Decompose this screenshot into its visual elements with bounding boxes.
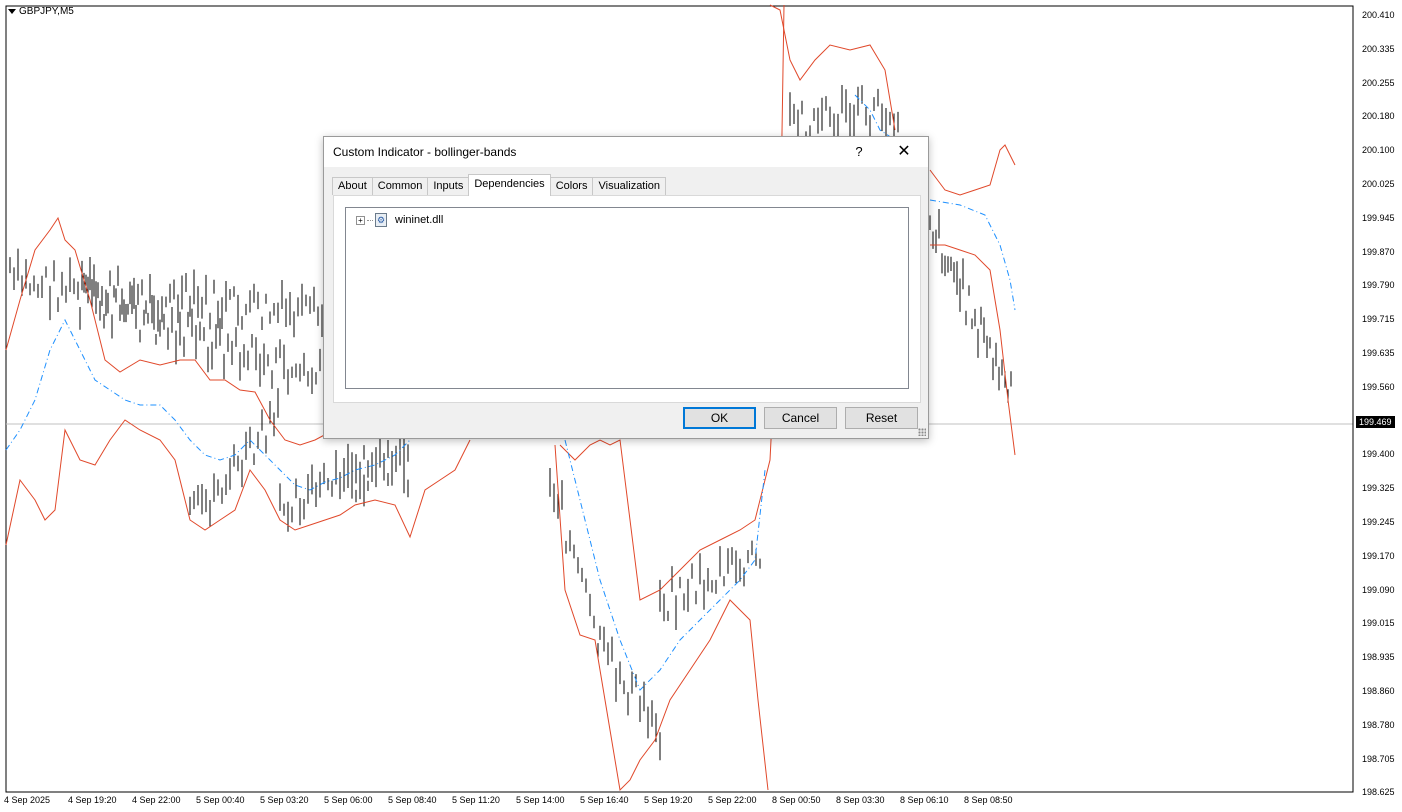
time-tick-label: 5 Sep 06:00: [324, 795, 373, 805]
tab-visualization[interactable]: Visualization: [592, 177, 667, 195]
dll-gear-icon: [375, 213, 387, 227]
price-tick-label: 199.400: [1362, 449, 1395, 460]
help-button[interactable]: ?: [848, 142, 870, 162]
price-tick-label: 199.945: [1362, 212, 1395, 223]
symbol-dropdown-icon[interactable]: [8, 9, 16, 14]
tab-dependencies[interactable]: Dependencies: [468, 174, 551, 196]
tab-inputs[interactable]: Inputs: [427, 177, 470, 195]
price-tick-label: 200.255: [1362, 77, 1395, 88]
price-tick-label: 200.025: [1362, 179, 1395, 189]
time-tick-label: 4 Sep 19:20: [68, 795, 117, 805]
tab-common[interactable]: Common: [371, 177, 429, 195]
time-tick-label: 5 Sep 03:20: [260, 795, 309, 805]
tab-strip: About Common Inputs Dependencies Colors …: [332, 174, 667, 196]
time-tick-label: 5 Sep 19:20: [644, 795, 693, 805]
cancel-button[interactable]: Cancel: [764, 407, 837, 429]
price-tick-label: 199.090: [1362, 584, 1395, 595]
dialog-title: Custom Indicator - bollinger-bands: [333, 145, 517, 159]
ok-button[interactable]: OK: [683, 407, 756, 429]
time-tick-label: 8 Sep 08:50: [964, 795, 1013, 805]
custom-indicator-dialog: Custom Indicator - bollinger-bands ? ✕ A…: [323, 136, 929, 439]
time-tick-label: 8 Sep 00:50: [772, 795, 821, 805]
dialog-titlebar[interactable]: Custom Indicator - bollinger-bands ? ✕: [324, 137, 928, 167]
resize-grip-icon[interactable]: [918, 428, 926, 436]
price-tick-label: 198.860: [1362, 686, 1395, 696]
tab-about[interactable]: About: [332, 177, 373, 195]
price-tick-label: 199.245: [1362, 517, 1395, 527]
current-price-tag: 199.469: [1356, 416, 1395, 428]
time-tick-label: 5 Sep 14:00: [516, 795, 565, 805]
price-tick-label: 199.790: [1362, 280, 1395, 291]
symbol-label: GBPJPY,M5: [8, 6, 74, 17]
time-tick-label: 4 Sep 22:00: [132, 795, 181, 805]
tab-colors[interactable]: Colors: [549, 177, 594, 195]
symbol-text: GBPJPY,M5: [19, 6, 74, 17]
price-tick-label: 199.170: [1362, 550, 1395, 561]
price-tick-label: 200.335: [1362, 43, 1395, 54]
price-tick-label: 200.180: [1362, 111, 1395, 122]
reset-button[interactable]: Reset: [845, 407, 918, 429]
time-tick-label: 5 Sep 22:00: [708, 795, 757, 805]
price-tick-label: 199.015: [1362, 618, 1395, 629]
time-tick-label: 8 Sep 06:10: [900, 795, 949, 805]
price-tick-label: 199.560: [1362, 381, 1395, 392]
price-tick-label: 200.100: [1362, 145, 1395, 156]
price-tick-label: 198.625: [1362, 787, 1395, 798]
time-tick-label: 5 Sep 00:40: [196, 795, 245, 805]
price-tick-label: 199.715: [1362, 314, 1395, 325]
price-tick-label: 199.870: [1362, 246, 1395, 257]
price-tick-label: 198.780: [1362, 719, 1395, 730]
time-tick-label: 5 Sep 16:40: [580, 795, 629, 805]
close-button[interactable]: ✕: [890, 141, 918, 163]
time-tick-label: 5 Sep 11:20: [452, 795, 500, 805]
price-tick-label: 200.410: [1362, 10, 1395, 20]
tree-item-label: wininet.dll: [395, 214, 444, 226]
price-tick-label: 198.705: [1362, 753, 1395, 764]
price-tick-label: 199.325: [1362, 483, 1395, 494]
price-tick-label: 198.935: [1362, 652, 1395, 663]
price-tick-label: 199.635: [1362, 348, 1395, 358]
time-tick-label: 4 Sep 2025: [4, 795, 51, 805]
tree-item-wininet[interactable]: + wininet.dll: [356, 213, 443, 227]
time-tick-label: 8 Sep 03:30: [836, 795, 885, 805]
dependencies-panel: + wininet.dll: [333, 195, 921, 403]
expand-icon[interactable]: +: [356, 215, 365, 225]
time-tick-label: 5 Sep 08:40: [388, 795, 437, 805]
dependencies-tree[interactable]: + wininet.dll: [345, 207, 909, 389]
tree-connector: [367, 219, 373, 221]
